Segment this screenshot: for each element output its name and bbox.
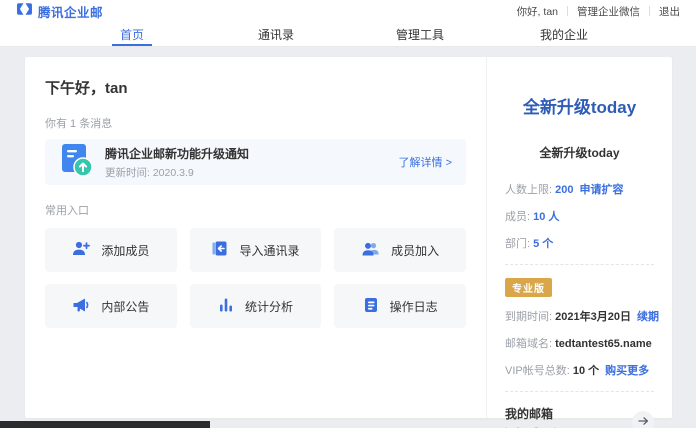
upgrade-notice-item[interactable]: 腾讯企业邮新功能升级通知 更新时间: 2020.3.9 了解详情 > — [45, 139, 466, 185]
members-join-icon — [361, 241, 380, 260]
expand-capacity-link[interactable]: 申请扩容 — [579, 184, 623, 196]
plan-badge: 专业版 — [505, 278, 552, 297]
person-add-icon — [72, 240, 90, 260]
plan-value: 10 个 — [573, 365, 599, 377]
shortcuts-grid: 添加成员 导入通讯录 — [45, 228, 466, 328]
operation-log-button[interactable]: 操作日志 — [334, 284, 466, 328]
announcement-icon — [72, 297, 90, 316]
tab-contacts[interactable]: 通讯录 — [204, 22, 348, 46]
stat-member-limit: 人数上限: 200 申请扩容 — [505, 181, 654, 197]
shortcut-label: 统计分析 — [245, 298, 293, 315]
plan-value: 2021年3月20日 — [555, 311, 631, 323]
statistics-button[interactable]: 统计分析 — [190, 284, 322, 328]
top-links: 你好, tan 管理企业微信 退出 — [517, 4, 680, 19]
promo-title: 全新升级today — [505, 93, 654, 118]
notice-details-link[interactable]: 了解详情 > — [399, 154, 452, 170]
plan-label: 邮箱域名: — [505, 338, 555, 350]
divider — [649, 6, 650, 16]
app-logo[interactable]: 腾讯企业邮 — [16, 2, 103, 21]
notice-title: 腾讯企业邮新功能升级通知 — [105, 145, 387, 162]
exmail-admin-home: 腾讯企业邮 你好, tan 管理企业微信 退出 首页 通讯录 管理工具 我的企业… — [0, 0, 696, 437]
main-panel: 下午好，tan 你有 1 条消息 腾讯企业邮新功能升级通知 更新时间: 2020… — [25, 57, 486, 418]
tab-my-company[interactable]: 我的企业 — [492, 22, 636, 46]
upgrade-notice-icon — [59, 143, 93, 182]
org-stats: 人数上限: 200 申请扩容 成员: 10 人 部门: 5 个 — [505, 181, 654, 251]
add-member-button[interactable]: 添加成员 — [45, 228, 177, 272]
shortcut-label: 成员加入 — [391, 242, 439, 259]
stat-label: 人数上限: — [505, 184, 555, 196]
bottom-progress-bar — [0, 421, 210, 428]
tab-admin-tools[interactable]: 管理工具 — [348, 22, 492, 46]
plan-label: VIP帐号总数: — [505, 365, 573, 377]
content-card: 下午好，tan 你有 1 条消息 腾讯企业邮新功能升级通知 更新时间: 2020… — [25, 57, 672, 418]
shortcuts-title: 常用入口 — [45, 202, 466, 218]
bar-chart-icon — [218, 297, 234, 316]
tab-home[interactable]: 首页 — [60, 22, 204, 46]
operation-log-icon — [363, 297, 379, 316]
stat-label: 部门: — [505, 238, 533, 250]
internal-announcement-button[interactable]: 内部公告 — [45, 284, 177, 328]
shortcut-label: 导入通讯录 — [239, 242, 299, 259]
shortcut-label: 内部公告 — [101, 298, 149, 315]
notice-texts: 腾讯企业邮新功能升级通知 更新时间: 2020.3.9 — [105, 145, 387, 180]
renew-link[interactable]: 续期 — [637, 311, 659, 323]
notice-updated: 更新时间: 2020.3.9 — [105, 165, 387, 180]
stat-value: 200 — [555, 184, 573, 196]
shortcut-label: 操作日志 — [390, 298, 438, 315]
page-greeting: 下午好，tan — [45, 77, 466, 98]
plan-expiry-row: 到期时间: 2021年3月20日续期 — [505, 308, 654, 324]
stat-departments: 部门: 5 个 — [505, 235, 654, 251]
promo-subtitle: 全新升级today — [505, 144, 654, 161]
vip-accounts-row: VIP帐号总数: 10 个购买更多 — [505, 362, 654, 378]
member-join-button[interactable]: 成员加入 — [334, 228, 466, 272]
buy-more-link[interactable]: 购买更多 — [605, 365, 649, 377]
plan-value: tedtantest65.name — [555, 338, 652, 350]
main-nav: 首页 通讯录 管理工具 我的企业 — [0, 22, 696, 47]
user-greeting: 你好, tan — [517, 4, 558, 19]
plan-label: 到期时间: — [505, 311, 555, 323]
exmail-logo-icon — [16, 2, 33, 21]
stat-label: 成员: — [505, 211, 533, 223]
manage-wecom-link[interactable]: 管理企业微信 — [577, 4, 640, 19]
import-contacts-button[interactable]: 导入通讯录 — [190, 228, 322, 272]
side-panel: 全新升级today 全新升级today 人数上限: 200 申请扩容 成员: 10… — [486, 57, 672, 418]
stat-members: 成员: 10 人 — [505, 208, 654, 224]
top-bar: 腾讯企业邮 你好, tan 管理企业微信 退出 — [0, 0, 696, 22]
bottom-strip — [0, 428, 696, 437]
messages-summary: 你有 1 条消息 — [45, 115, 466, 131]
mail-domain-row: 邮箱域名: tedtantest65.name — [505, 335, 654, 351]
shortcut-label: 添加成员 — [101, 242, 149, 259]
mailbox-title: 我的邮箱 — [505, 405, 628, 422]
divider — [567, 6, 568, 16]
app-title: 腾讯企业邮 — [38, 2, 103, 21]
plan-info: 到期时间: 2021年3月20日续期 邮箱域名: tedtantest65.na… — [505, 308, 654, 378]
import-contacts-icon — [211, 240, 228, 260]
stat-value: 5 个 — [533, 238, 553, 250]
logout-link[interactable]: 退出 — [659, 4, 680, 19]
divider — [505, 391, 654, 392]
divider — [505, 264, 654, 265]
stat-value: 10 人 — [533, 211, 559, 223]
